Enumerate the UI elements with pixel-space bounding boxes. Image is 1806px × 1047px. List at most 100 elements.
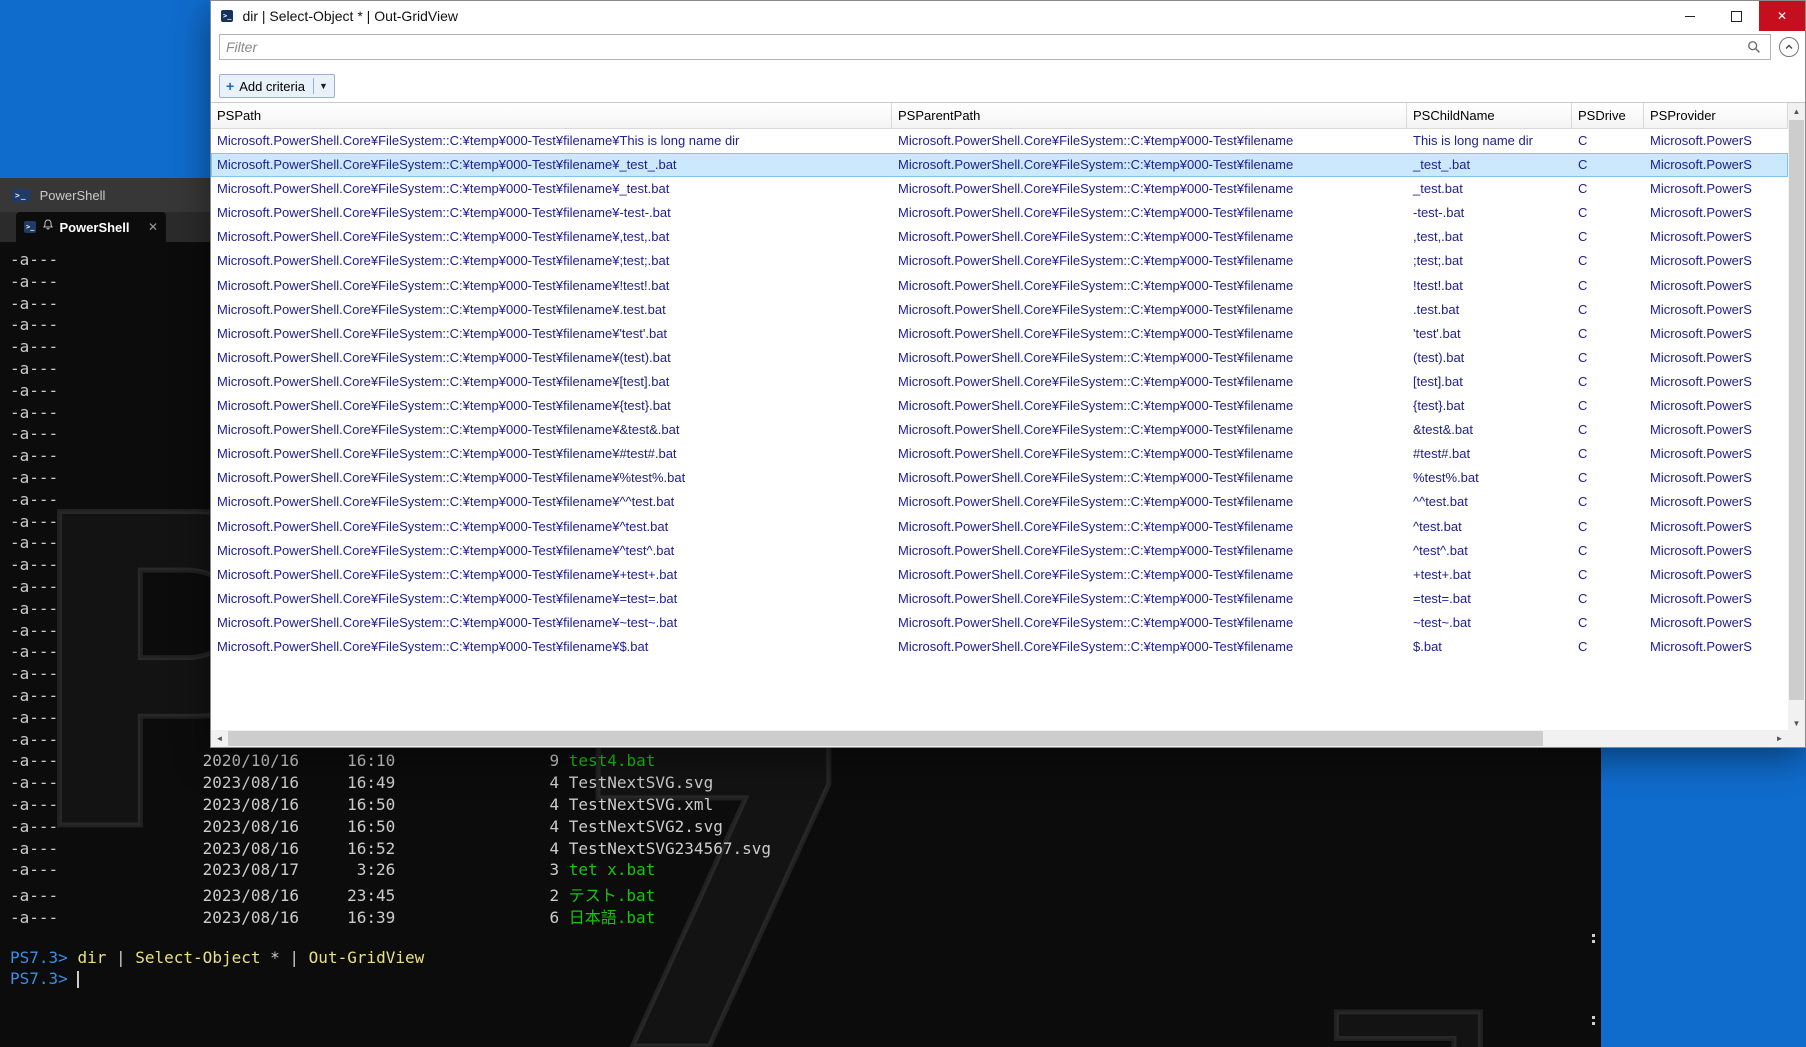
grid-cell-pspath: Microsoft.PowerShell.Core¥FileSystem::C:… bbox=[211, 177, 892, 201]
maximize-button[interactable] bbox=[1713, 1, 1759, 31]
minimize-button[interactable] bbox=[1667, 1, 1713, 31]
grid-row[interactable]: Microsoft.PowerShell.Core¥FileSystem::C:… bbox=[211, 225, 1788, 249]
grid-row[interactable]: Microsoft.PowerShell.Core¥FileSystem::C:… bbox=[211, 611, 1788, 635]
grid-row[interactable]: Microsoft.PowerShell.Core¥FileSystem::C:… bbox=[211, 418, 1788, 442]
grid-cell-provider: Microsoft.PowerS bbox=[1644, 153, 1788, 177]
grid-cell-child: ,test,.bat bbox=[1407, 225, 1572, 249]
window-controls: ✕ bbox=[1667, 1, 1805, 31]
grid-row[interactable]: Microsoft.PowerShell.Core¥FileSystem::C:… bbox=[211, 515, 1788, 539]
grid-cell-provider: Microsoft.PowerS bbox=[1644, 466, 1788, 490]
grid-cell-provider: Microsoft.PowerS bbox=[1644, 635, 1788, 659]
grid-row[interactable]: Microsoft.PowerShell.Core¥FileSystem::C:… bbox=[211, 587, 1788, 611]
grid-row[interactable]: Microsoft.PowerShell.Core¥FileSystem::C:… bbox=[211, 490, 1788, 514]
grid-cell-provider: Microsoft.PowerS bbox=[1644, 274, 1788, 298]
grid-row[interactable]: Microsoft.PowerShell.Core¥FileSystem::C:… bbox=[211, 274, 1788, 298]
grid-row[interactable]: Microsoft.PowerShell.Core¥FileSystem::C:… bbox=[211, 249, 1788, 273]
grid-row[interactable]: Microsoft.PowerShell.Core¥FileSystem::C:… bbox=[211, 394, 1788, 418]
terminal-line: -a--- 2023/08/16 16:49 4 TestNextSVG.svg bbox=[10, 773, 1601, 795]
bell-icon bbox=[42, 218, 54, 236]
file-name: 日本語.bat bbox=[569, 908, 656, 927]
add-criteria-button[interactable]: + Add criteria ▼ bbox=[219, 74, 335, 98]
grid-cell-pspath: Microsoft.PowerShell.Core¥FileSystem::C:… bbox=[211, 394, 892, 418]
filter-input[interactable] bbox=[219, 34, 1771, 60]
out-gridview-window[interactable]: >_ dir | Select-Object * | Out-GridView … bbox=[210, 0, 1806, 748]
grid-cell-child: (test).bat bbox=[1407, 346, 1572, 370]
file-name: TestNextSVG234567.svg bbox=[569, 839, 771, 858]
tab-close-button[interactable]: ✕ bbox=[148, 220, 158, 234]
grid-row[interactable]: Microsoft.PowerShell.Core¥FileSystem::C:… bbox=[211, 563, 1788, 587]
grid-row[interactable]: Microsoft.PowerShell.Core¥FileSystem::C:… bbox=[211, 177, 1788, 201]
gridview-titlebar: >_ dir | Select-Object * | Out-GridView … bbox=[211, 1, 1805, 31]
grid-cell-parent: Microsoft.PowerShell.Core¥FileSystem::C:… bbox=[892, 274, 1407, 298]
scrollbar-dots bbox=[1592, 934, 1595, 937]
window-title: dir | Select-Object * | Out-GridView bbox=[242, 8, 458, 24]
grid-row[interactable]: Microsoft.PowerShell.Core¥FileSystem::C:… bbox=[211, 466, 1788, 490]
grid-row[interactable]: Microsoft.PowerShell.Core¥FileSystem::C:… bbox=[211, 298, 1788, 322]
grid-row[interactable]: Microsoft.PowerShell.Core¥FileSystem::C:… bbox=[211, 442, 1788, 466]
grid-row[interactable]: Microsoft.PowerShell.Core¥FileSystem::C:… bbox=[211, 322, 1788, 346]
chevron-down-icon: ▼ bbox=[319, 81, 328, 91]
grid-row[interactable]: Microsoft.PowerShell.Core¥FileSystem::C:… bbox=[211, 346, 1788, 370]
grid-cell-child: ~test~.bat bbox=[1407, 611, 1572, 635]
chevron-up-icon bbox=[1784, 42, 1794, 52]
column-header-psdrive[interactable]: PSDrive bbox=[1572, 103, 1644, 129]
scroll-right-icon[interactable]: ► bbox=[1771, 730, 1788, 747]
column-header-psparentpath[interactable]: PSParentPath bbox=[892, 103, 1407, 129]
grid-cell-parent: Microsoft.PowerShell.Core¥FileSystem::C:… bbox=[892, 370, 1407, 394]
column-header-pspath[interactable]: PSPath bbox=[211, 103, 892, 129]
grid-cell-pspath: Microsoft.PowerShell.Core¥FileSystem::C:… bbox=[211, 225, 892, 249]
grid-cell-drive: C bbox=[1572, 225, 1644, 249]
scroll-up-icon[interactable]: ▲ bbox=[1788, 103, 1805, 120]
grid-cell-pspath: Microsoft.PowerShell.Core¥FileSystem::C:… bbox=[211, 322, 892, 346]
grid-cell-provider: Microsoft.PowerS bbox=[1644, 587, 1788, 611]
grid-cell-drive: C bbox=[1572, 442, 1644, 466]
grid-cell-parent: Microsoft.PowerShell.Core¥FileSystem::C:… bbox=[892, 539, 1407, 563]
grid-cell-pspath: Microsoft.PowerShell.Core¥FileSystem::C:… bbox=[211, 274, 892, 298]
grid-cell-child: =test=.bat bbox=[1407, 587, 1572, 611]
grid-cell-parent: Microsoft.PowerShell.Core¥FileSystem::C:… bbox=[892, 587, 1407, 611]
grid-cell-parent: Microsoft.PowerShell.Core¥FileSystem::C:… bbox=[892, 201, 1407, 225]
horizontal-scrollbar[interactable]: ◄ ► bbox=[211, 730, 1788, 747]
vertical-scroll-thumb[interactable] bbox=[1789, 120, 1804, 700]
grid-row[interactable]: Microsoft.PowerShell.Core¥FileSystem::C:… bbox=[211, 153, 1788, 177]
grid-cell-pspath: Microsoft.PowerShell.Core¥FileSystem::C:… bbox=[211, 635, 892, 659]
file-name: test4.bat bbox=[569, 751, 656, 770]
grid-row[interactable]: Microsoft.PowerShell.Core¥FileSystem::C:… bbox=[211, 539, 1788, 563]
plus-icon: + bbox=[226, 78, 234, 94]
grid-cell-parent: Microsoft.PowerShell.Core¥FileSystem::C:… bbox=[892, 635, 1407, 659]
grid-row[interactable]: Microsoft.PowerShell.Core¥FileSystem::C:… bbox=[211, 635, 1788, 659]
grid-cell-child: _test_.bat bbox=[1407, 153, 1572, 177]
scroll-left-icon[interactable]: ◄ bbox=[211, 730, 228, 747]
grid-cell-parent: Microsoft.PowerShell.Core¥FileSystem::C:… bbox=[892, 322, 1407, 346]
grid-cell-provider: Microsoft.PowerS bbox=[1644, 515, 1788, 539]
grid-cell-pspath: Microsoft.PowerShell.Core¥FileSystem::C:… bbox=[211, 249, 892, 273]
grid-cell-child: ^test^.bat bbox=[1407, 539, 1572, 563]
tab-powershell[interactable]: >_ PowerShell ✕ bbox=[16, 212, 166, 242]
close-button[interactable]: ✕ bbox=[1759, 1, 1805, 31]
grid-cell-parent: Microsoft.PowerShell.Core¥FileSystem::C:… bbox=[892, 249, 1407, 273]
column-header-pschildname[interactable]: PSChildName bbox=[1407, 103, 1572, 129]
vertical-scrollbar[interactable]: ▲ ▼ bbox=[1788, 103, 1805, 732]
grid-cell-pspath: Microsoft.PowerShell.Core¥FileSystem::C:… bbox=[211, 563, 892, 587]
grid-cell-parent: Microsoft.PowerShell.Core¥FileSystem::C:… bbox=[892, 418, 1407, 442]
grid-cell-provider: Microsoft.PowerS bbox=[1644, 201, 1788, 225]
column-header-psprovider[interactable]: PSProvider bbox=[1644, 103, 1788, 129]
grid-cell-parent: Microsoft.PowerShell.Core¥FileSystem::C:… bbox=[892, 225, 1407, 249]
tab-label: PowerShell bbox=[59, 220, 129, 235]
grid-cell-drive: C bbox=[1572, 129, 1644, 153]
grid-rows: Microsoft.PowerShell.Core¥FileSystem::C:… bbox=[211, 129, 1788, 659]
grid-row[interactable]: Microsoft.PowerShell.Core¥FileSystem::C:… bbox=[211, 129, 1788, 153]
grid-row[interactable]: Microsoft.PowerShell.Core¥FileSystem::C:… bbox=[211, 201, 1788, 225]
prompt: PS7.3> bbox=[10, 948, 77, 967]
horizontal-scroll-thumb[interactable] bbox=[228, 731, 1543, 746]
grid-cell-pspath: Microsoft.PowerShell.Core¥FileSystem::C:… bbox=[211, 370, 892, 394]
scrollbar-corner bbox=[1788, 730, 1805, 747]
grid-row[interactable]: Microsoft.PowerShell.Core¥FileSystem::C:… bbox=[211, 370, 1788, 394]
grid-cell-provider: Microsoft.PowerS bbox=[1644, 563, 1788, 587]
grid-cell-child: +test+.bat bbox=[1407, 563, 1572, 587]
grid-cell-pspath: Microsoft.PowerShell.Core¥FileSystem::C:… bbox=[211, 466, 892, 490]
collapse-query-button[interactable] bbox=[1779, 37, 1799, 57]
grid-cell-drive: C bbox=[1572, 274, 1644, 298]
grid-cell-child: $.bat bbox=[1407, 635, 1572, 659]
grid-cell-drive: C bbox=[1572, 201, 1644, 225]
